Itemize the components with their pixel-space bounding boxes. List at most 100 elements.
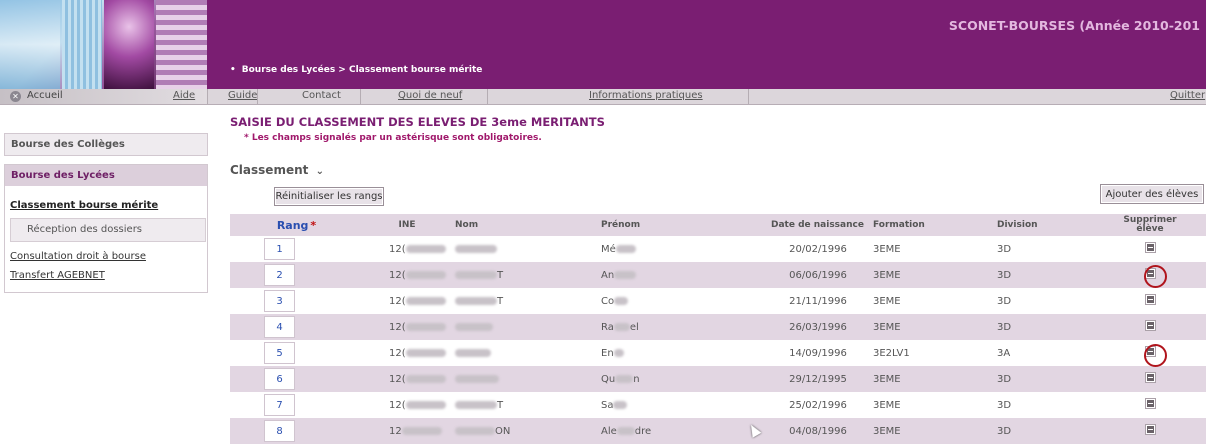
formation-cell: 3EME (869, 262, 993, 288)
table-row: 12( Mé 20/02/1996 3EME 3D (230, 236, 1206, 262)
table-header-row: Rang * INE Nom Prénom Date de naissance F… (230, 214, 1206, 236)
sidebar-item-transfert[interactable]: Transfert AGEBNET (10, 270, 105, 281)
ine-cell: 12( (389, 373, 406, 385)
rank-input[interactable] (264, 316, 295, 338)
sidebar-item-lycees[interactable]: Bourse des Lycées (5, 165, 207, 186)
prenom-cell: En (601, 347, 614, 359)
delete-student-icon[interactable] (1144, 242, 1156, 253)
section-title-label: Classement (230, 163, 309, 177)
formation-cell: 3EME (869, 314, 993, 340)
prenom-cell: An (601, 269, 615, 281)
nav-news-link[interactable]: Quoi de neuf (398, 90, 462, 101)
delete-student-icon[interactable] (1144, 424, 1156, 435)
col-header-prenom: Prénom (597, 214, 767, 236)
prenom-cell: Mé (601, 243, 616, 255)
rank-input[interactable] (264, 290, 295, 312)
add-students-button[interactable]: Ajouter des élèves (1100, 184, 1204, 204)
chevron-down-icon: ⌄ (315, 166, 324, 177)
table-row: 12( Ra el 26/03/1996 3EME 3D (230, 314, 1206, 340)
division-cell: 3D (993, 236, 1094, 262)
formation-cell: 3EME (869, 288, 993, 314)
delete-student-icon[interactable] (1144, 320, 1156, 331)
nav-help-link[interactable]: Aide (173, 90, 195, 101)
formation-cell: 3E2LV1 (869, 340, 993, 366)
breadcrumb: • Bourse des Lycées > Classement bourse m… (230, 65, 482, 75)
birth-cell: 04/08/1996 (767, 418, 869, 444)
delete-student-icon[interactable] (1144, 398, 1156, 409)
breadcrumb-text: Bourse des Lycées > Classement bourse mé… (241, 65, 483, 75)
nav-contact-link[interactable]: Contact (302, 90, 341, 101)
birth-cell: 21/11/1996 (767, 288, 869, 314)
nom-cell: ON (495, 425, 511, 437)
prenom-cell: Ra (601, 321, 614, 333)
bullet-icon: • (230, 65, 236, 75)
birth-cell: 20/02/1996 (767, 236, 869, 262)
birth-cell: 14/09/1996 (767, 340, 869, 366)
formation-cell: 3EME (869, 392, 993, 418)
home-icon: ✕ (10, 91, 21, 102)
prenom-suffix: dre (634, 425, 652, 437)
ine-cell: 12( (389, 347, 406, 359)
prenom-cell: Sa (601, 399, 614, 411)
rank-input[interactable] (264, 420, 295, 442)
rank-input[interactable] (264, 368, 295, 390)
birth-cell: 29/12/1995 (767, 366, 869, 392)
home-label: Accueil (27, 90, 63, 101)
app-logo (0, 0, 207, 89)
prenom-suffix: el (629, 321, 639, 333)
col-header-nom: Nom (451, 214, 597, 236)
col-header-ine: INE (363, 214, 451, 236)
app-header: SCONET-BOURSES (Année 2010-201 • Bourse d… (0, 0, 1206, 89)
sidebar-reception-label: Réception des dossiers (27, 224, 143, 235)
col-header-birth: Date de naissance (767, 214, 869, 236)
students-table: Rang * INE Nom Prénom Date de naissance F… (230, 214, 1206, 444)
table-row: 12( T An 06/06/1996 3EME 3D (230, 262, 1206, 288)
prenom-cell: Ale (601, 425, 617, 437)
ine-cell: 12( (389, 269, 406, 281)
nav-info-link[interactable]: Informations pratiques (589, 90, 703, 101)
ine-cell: 12 (389, 425, 402, 437)
col-header-delete: Supprimer élève (1094, 214, 1206, 236)
sidebar-item-consultation[interactable]: Consultation droit à bourse (10, 251, 146, 262)
sidebar-item-reception[interactable]: Réception des dossiers (10, 218, 206, 242)
nom-cell: T (497, 269, 504, 281)
division-cell: 3D (993, 288, 1094, 314)
table-row: 12( Qu n 29/12/1995 3EME 3D (230, 366, 1206, 392)
sidebar-item-colleges[interactable]: Bourse des Collèges (4, 133, 208, 156)
section-title[interactable]: Classement ⌄ (230, 163, 324, 177)
birth-cell: 25/02/1996 (767, 392, 869, 418)
page-title: SAISIE DU CLASSEMENT DES ELEVES DE 3eme … (230, 115, 605, 129)
sidebar-item-classement[interactable]: Classement bourse mérite (10, 200, 158, 211)
sidebar-lycees-label: Bourse des Lycées (11, 170, 115, 181)
formation-cell: 3EME (869, 366, 993, 392)
quit-link[interactable]: Quitter (1170, 90, 1205, 101)
formation-cell: 3EME (869, 236, 993, 262)
rank-input[interactable] (264, 342, 295, 364)
prenom-suffix: n (633, 373, 640, 385)
division-cell: 3D (993, 392, 1094, 418)
division-cell: 3A (993, 340, 1094, 366)
col-header-division: Division (993, 214, 1094, 236)
table-row: 12( T Co 21/11/1996 3EME 3D (230, 288, 1206, 314)
top-nav: ✕ Accueil Aide Guide Contact Quoi de neu… (0, 89, 1206, 105)
nav-guide-link[interactable]: Guide (228, 90, 257, 101)
prenom-cell: Qu (601, 373, 616, 385)
annotation-ring (1144, 265, 1167, 288)
rank-input[interactable] (264, 264, 295, 286)
ine-cell: 12( (389, 243, 406, 255)
division-cell: 3D (993, 314, 1094, 340)
reset-ranks-button[interactable]: Réinitialiser les rangs (274, 187, 384, 206)
birth-cell: 26/03/1996 (767, 314, 869, 340)
table-row: 12( T Sa 25/02/1996 3EME 3D (230, 392, 1206, 418)
nom-cell: T (497, 399, 504, 411)
delete-student-icon[interactable] (1144, 372, 1156, 383)
delete-student-icon[interactable] (1144, 294, 1156, 305)
prenom-cell: Co (601, 295, 615, 307)
ine-cell: 12( (389, 295, 406, 307)
division-cell: 3D (993, 366, 1094, 392)
sidebar-colleges-label: Bourse des Collèges (11, 139, 125, 150)
col-header-rang[interactable]: Rang * (230, 214, 363, 236)
annotation-ring (1144, 344, 1167, 367)
rank-input[interactable] (264, 238, 295, 260)
rank-input[interactable] (264, 394, 295, 416)
